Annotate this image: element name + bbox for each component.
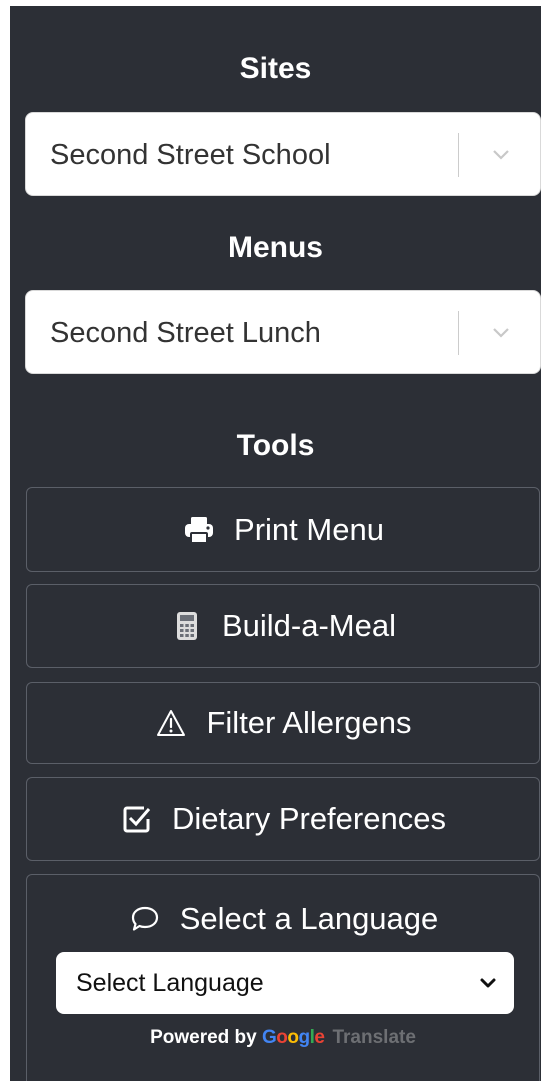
google-logo[interactable]: Google: [262, 1027, 325, 1048]
dietary-preferences-label: Dietary Preferences: [172, 801, 446, 836]
powered-by-google-translate: Powered by Google Translate: [27, 1023, 539, 1053]
select-language-heading: Select a Language: [27, 897, 539, 941]
print-menu-button[interactable]: Print Menu: [26, 487, 540, 572]
chevron-down-icon[interactable]: [476, 141, 526, 169]
chevron-down-icon[interactable]: [476, 319, 526, 347]
sites-heading: Sites: [239, 52, 312, 85]
dietary-preferences-button[interactable]: Dietary Preferences: [26, 777, 540, 861]
select-separator: [458, 133, 459, 177]
printer-icon: [182, 513, 216, 547]
sidebar-panel: Sites Second Street School Menus Second …: [10, 6, 541, 1081]
warning-icon: [154, 706, 188, 740]
powered-by-text: Powered by: [150, 1027, 257, 1048]
tools-heading: Tools: [236, 429, 315, 462]
select-language-label: Select a Language: [179, 901, 439, 936]
menu-select[interactable]: Second Street Lunch: [25, 290, 541, 374]
chevron-down-icon[interactable]: [478, 974, 498, 992]
checkbox-icon: [120, 802, 154, 836]
language-select[interactable]: Select Language: [56, 952, 514, 1014]
menus-heading: Menus: [227, 231, 323, 264]
translate-link[interactable]: Translate: [332, 1027, 415, 1048]
build-a-meal-button[interactable]: Build-a-Meal: [26, 584, 540, 668]
filter-allergens-button[interactable]: Filter Allergens: [26, 682, 540, 764]
speech-bubble-icon: [128, 902, 162, 936]
site-select[interactable]: Second Street School: [25, 112, 541, 196]
filter-allergens-label: Filter Allergens: [206, 705, 412, 740]
print-menu-label: Print Menu: [234, 511, 384, 547]
language-select-value: Select Language: [76, 969, 264, 997]
language-panel: Select a Language Select Language Powere…: [26, 874, 540, 1081]
calculator-icon: [170, 609, 204, 643]
select-separator: [458, 311, 459, 355]
menu-select-value: Second Street Lunch: [50, 317, 321, 349]
site-select-value: Second Street School: [50, 139, 331, 171]
build-a-meal-label: Build-a-Meal: [221, 608, 396, 643]
